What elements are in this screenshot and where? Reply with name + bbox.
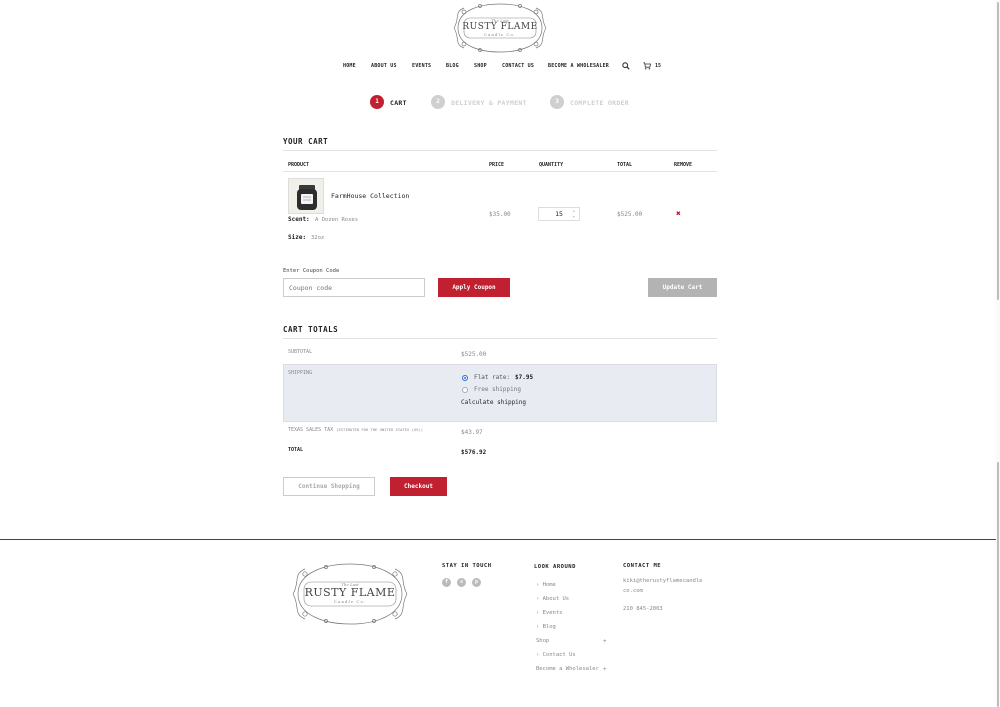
cart-count[interactable]: 15 xyxy=(655,63,661,69)
header-price: PRICE xyxy=(489,162,505,168)
total-value: $576.92 xyxy=(461,449,487,456)
search-icon[interactable] xyxy=(622,62,630,70)
header-divider xyxy=(283,171,717,172)
tax-label-text: TEXAS SALES TAX xyxy=(288,427,334,433)
remove-item-icon[interactable]: ✖ xyxy=(676,209,681,218)
shop-expand-icon[interactable]: + xyxy=(603,638,607,645)
footer-link-contact-us[interactable]: › Contact Us xyxy=(536,652,576,658)
logo-name: RUSTY FLAME xyxy=(462,22,538,32)
footer-link-about-us[interactable]: › About Us xyxy=(536,596,569,602)
apply-coupon-button[interactable]: Apply Coupon xyxy=(438,278,510,297)
wholesaler-expand-icon[interactable]: + xyxy=(603,666,607,673)
nav-shop[interactable]: SHOP xyxy=(474,63,487,69)
header-quantity: QUANTITY xyxy=(539,162,564,168)
size-label: Size: xyxy=(288,234,307,241)
instagram-icon[interactable]: ◎ xyxy=(457,578,466,587)
free-shipping-label[interactable]: Free shipping xyxy=(474,386,521,393)
update-cart-button[interactable]: Update Cart xyxy=(648,278,717,297)
subtotal-value: $525.00 xyxy=(461,351,487,358)
scent-label: Scent: xyxy=(288,216,310,223)
coupon-input[interactable] xyxy=(283,278,425,297)
quantity-value: 15 xyxy=(555,210,563,218)
coupon-label: Enter Coupon Code xyxy=(283,268,340,274)
tax-label: TEXAS SALES TAX (ESTIMATED FOR THE UNITE… xyxy=(288,427,423,433)
product-name[interactable]: FarmHouse Collection xyxy=(331,192,409,200)
contact-phone[interactable]: 210 845-2003 xyxy=(623,606,663,612)
cart-icon[interactable] xyxy=(643,62,651,70)
footer-logo-tagline-bottom: Candle Co. xyxy=(333,599,367,604)
look-around-title: LOOK AROUND xyxy=(534,564,576,570)
total-label: TOTAL xyxy=(288,447,304,453)
step-1-number: 1 xyxy=(370,95,384,109)
contact-me-title: CONTACT ME xyxy=(623,563,662,569)
continue-shopping-button[interactable]: Continue Shopping xyxy=(283,477,375,496)
header-total: TOTAL xyxy=(617,162,633,168)
nav-home[interactable]: HOME xyxy=(343,63,356,69)
step-2-label: DELIVERY & PAYMENT xyxy=(451,99,527,107)
flat-rate-value: $7.95 xyxy=(515,374,534,381)
item-price: $35.00 xyxy=(489,211,511,218)
free-shipping-radio[interactable] xyxy=(462,387,468,393)
step-3-number: 3 xyxy=(550,95,564,109)
item-total: $525.00 xyxy=(617,211,643,218)
contact-email-line2[interactable]: co.com xyxy=(623,588,643,594)
contact-email-line1[interactable]: kiki@therustyflamecandle xyxy=(623,578,702,584)
tax-value: $43.97 xyxy=(461,429,483,436)
footer-link-shop[interactable]: Shop xyxy=(536,638,549,644)
nav-events[interactable]: EVENTS xyxy=(412,63,431,69)
quantity-stepper[interactable]: 15 ▴ ▾ xyxy=(538,207,580,221)
header-remove: REMOVE xyxy=(674,162,693,168)
quantity-arrows-icon[interactable]: ▴ ▾ xyxy=(573,208,575,220)
facebook-icon[interactable]: f xyxy=(442,578,451,587)
footer-logo-name: RUSTY FLAME xyxy=(304,586,396,599)
shipping-section xyxy=(283,364,717,422)
header-product: PRODUCT xyxy=(288,162,310,168)
nav-about-us[interactable]: ABOUT US xyxy=(371,63,397,69)
nav-blog[interactable]: BLOG xyxy=(446,63,459,69)
shipping-label: SHIPPING xyxy=(288,370,313,376)
footer-link-become-wholesaler[interactable]: Become a Wholesaler xyxy=(536,666,599,672)
footer-link-blog[interactable]: › Blog xyxy=(536,624,556,630)
cart-title-divider xyxy=(283,150,717,151)
nav-contact-us[interactable]: CONTACT US xyxy=(502,63,534,69)
scrollbar-thumb-secondary[interactable] xyxy=(997,462,999,707)
scrollbar-thumb[interactable] xyxy=(997,2,999,300)
cart-title: YOUR CART xyxy=(283,137,329,146)
calculate-shipping-link[interactable]: Calculate shipping xyxy=(461,399,526,406)
scent-value: A Dozen Roses xyxy=(315,217,359,223)
footer-link-home[interactable]: › Home xyxy=(536,582,556,588)
logo-tagline-bottom: Candle Co. xyxy=(483,32,517,37)
main-nav: HOME ABOUT US EVENTS BLOG SHOP CONTACT U… xyxy=(0,63,1000,75)
step-3-label: COMPLETE ORDER xyxy=(570,99,629,107)
pinterest-icon[interactable]: p xyxy=(472,578,481,587)
size-value: 32oz xyxy=(311,235,325,241)
cart-totals-title: CART TOTALS xyxy=(283,325,339,334)
flat-rate-label[interactable]: Flat rate: xyxy=(474,374,510,381)
step-1-label: CART xyxy=(390,99,407,107)
checkout-button[interactable]: Checkout xyxy=(390,477,447,496)
footer-divider xyxy=(0,539,1000,540)
product-thumbnail[interactable] xyxy=(288,178,324,214)
totals-divider xyxy=(283,338,717,339)
candle-jar-image xyxy=(289,179,323,213)
stay-in-touch-title: STAY IN TOUCH xyxy=(442,563,492,569)
footer-link-events[interactable]: › Events xyxy=(536,610,563,616)
tax-note: (ESTIMATED FOR THE UNITED STATES (US)) xyxy=(336,427,424,432)
subtotal-label: SUBTOTAL xyxy=(288,349,313,355)
step-2-number: 2 xyxy=(431,95,445,109)
nav-become-wholesaler[interactable]: BECOME A WHOLESALER xyxy=(548,63,609,69)
flat-rate-radio[interactable] xyxy=(462,375,468,381)
